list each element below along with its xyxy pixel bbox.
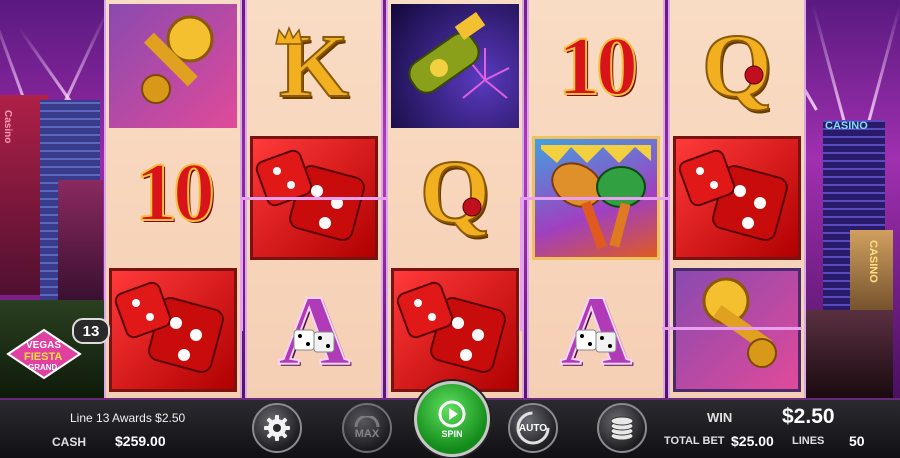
settings-button[interactable] <box>252 403 302 453</box>
max-bet-button[interactable]: MAX <box>342 403 392 453</box>
dice-icon <box>114 281 224 373</box>
dice-icon <box>678 149 788 241</box>
dice-symbol <box>109 268 237 392</box>
speedometer-icon <box>354 416 380 428</box>
casino-sign-left: Casino <box>2 110 13 144</box>
line-award-message: Line 13 Awards $2.50 <box>70 411 186 425</box>
casino-sign-right-vertical: CASINO <box>867 240 879 283</box>
queen-symbol: Q <box>673 4 801 128</box>
bet-coins-button[interactable] <box>597 403 647 453</box>
champagne-bottle-icon <box>408 11 510 99</box>
win-value: $2.50 <box>782 405 835 428</box>
ten-glyph: 10 <box>134 145 216 240</box>
palm-trees-right <box>795 310 893 398</box>
crown-icon <box>275 26 303 45</box>
reel-area: 10 K A Q 10 A Q <box>104 0 806 398</box>
dice-icon <box>396 281 506 373</box>
payline-13 <box>662 327 802 330</box>
ace-symbol: A <box>250 268 378 392</box>
queen-symbol: Q <box>391 130 519 254</box>
gear-icon <box>264 415 290 441</box>
auto-label: AUTO <box>518 422 548 434</box>
ten-symbol: 10 <box>109 130 237 254</box>
vegas-backdrop-right: CASINO CASINO <box>760 0 900 398</box>
small-dice-icon <box>293 329 335 353</box>
small-dice-icon <box>575 329 617 353</box>
max-label: MAX <box>354 428 380 440</box>
dice-symbol <box>673 136 801 260</box>
payline-13 <box>240 197 243 331</box>
total-bet-label: TOTAL BET <box>664 435 725 447</box>
ten-glyph: 10 <box>557 19 639 114</box>
rose-icon <box>462 197 482 217</box>
trumpet-icon <box>702 277 777 368</box>
coin-stack-icon <box>610 416 634 441</box>
cash-label: CASH <box>52 435 87 449</box>
hotel-wing-left <box>58 180 103 300</box>
king-symbol: K <box>250 4 378 128</box>
reel-3: Q <box>386 0 524 398</box>
vegas-fiesta-grand-logo: VEGAS FIESTA GRAND <box>4 326 84 382</box>
spin-label: SPIN <box>441 429 463 439</box>
lines-label: LINES <box>792 435 825 447</box>
reel-1: 10 <box>104 0 242 398</box>
dice-symbol <box>391 268 519 392</box>
logo-line-3: GRAND <box>28 363 58 372</box>
spotlight-beam <box>811 4 848 131</box>
payline-13 <box>520 197 523 331</box>
total-bet-value: $25.00 <box>731 433 774 449</box>
trumpet-icon <box>141 15 214 104</box>
win-label: WIN <box>707 410 733 425</box>
spotlight-beam <box>865 4 900 131</box>
spin-button[interactable]: SPIN <box>414 381 490 457</box>
payline-13 <box>520 197 670 200</box>
champagne-symbol <box>391 4 519 128</box>
reel-5: Q <box>668 0 806 398</box>
lines-value: 50 <box>849 433 865 449</box>
queen-glyph: Q <box>419 142 491 243</box>
cash-value: $259.00 <box>115 433 166 449</box>
rose-icon <box>744 65 764 85</box>
trumpet-symbol <box>673 268 801 392</box>
logo-line-2: FIESTA <box>24 351 63 363</box>
payline-13 <box>242 197 388 200</box>
ten-symbol: 10 <box>532 4 660 128</box>
trumpet-symbol <box>109 4 237 128</box>
casino-sign-right: CASINO <box>825 120 868 132</box>
spin-play-icon <box>438 400 466 428</box>
game-stage: Casino CASINO CASINO 10 K A Q 10 A Q 13 … <box>0 0 900 398</box>
autoplay-button[interactable]: AUTO <box>508 403 558 453</box>
logo-line-1: VEGAS <box>26 340 62 351</box>
ace-symbol: A <box>532 268 660 392</box>
